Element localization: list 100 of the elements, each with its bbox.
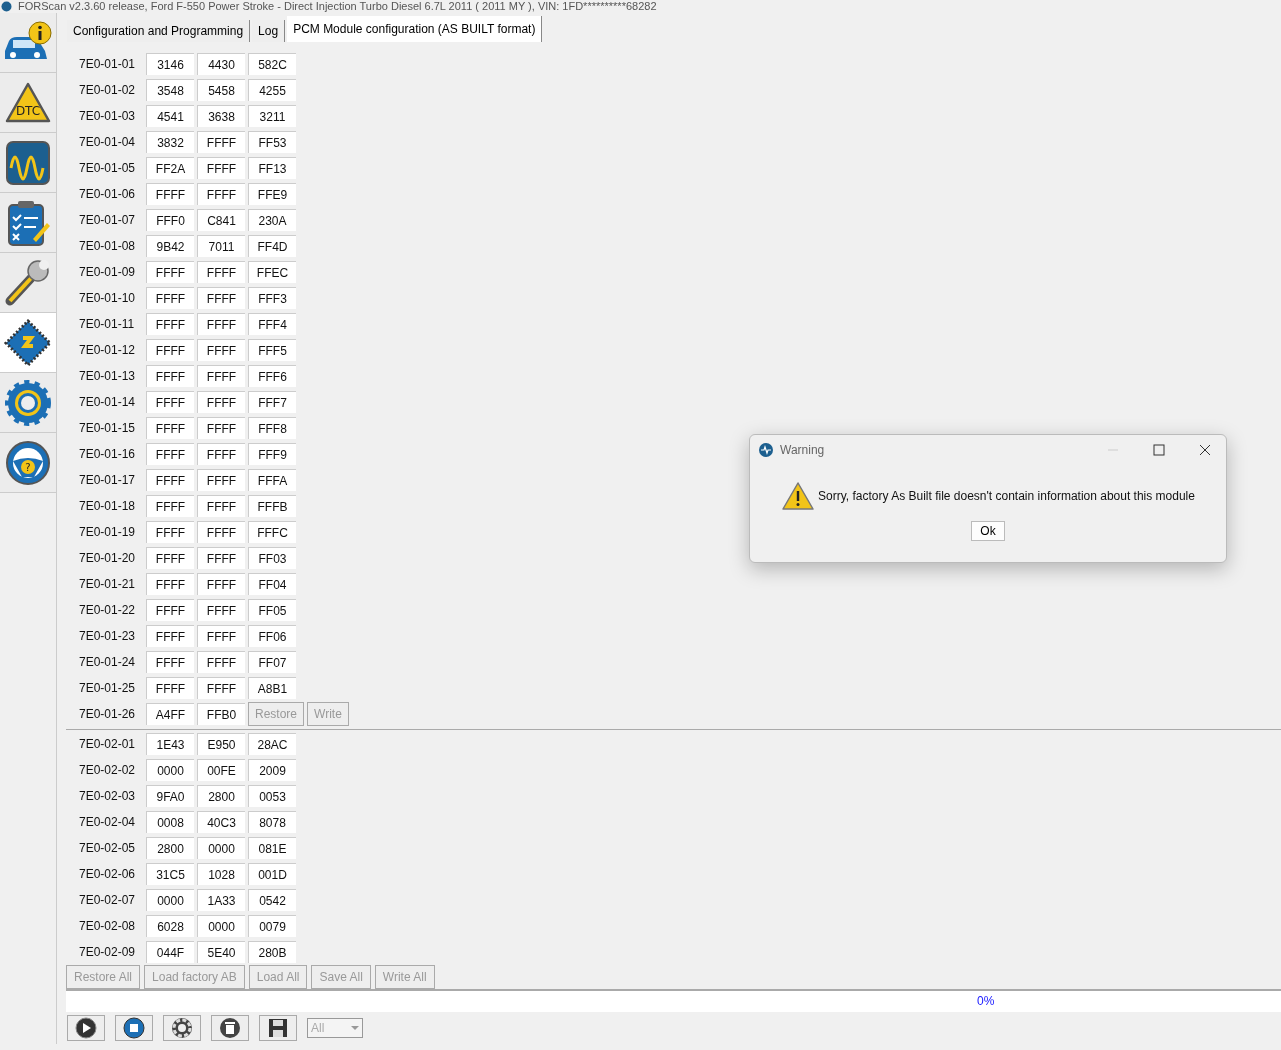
value-field[interactable]: FFFB (248, 495, 296, 517)
value-field[interactable]: 3548 (146, 79, 194, 101)
value-field[interactable]: 044F (146, 941, 194, 963)
value-field[interactable]: FFFF (197, 287, 245, 309)
value-field[interactable]: FFFF (146, 573, 194, 595)
value-field[interactable]: C841 (197, 209, 245, 231)
toolbar-button[interactable] (163, 1015, 201, 1041)
value-field[interactable]: 8078 (248, 811, 296, 833)
value-field[interactable]: 0542 (248, 889, 296, 911)
value-field[interactable]: 7011 (197, 235, 245, 257)
value-field[interactable]: 28AC (248, 733, 296, 755)
toolbar-button[interactable] (115, 1015, 153, 1041)
value-field[interactable]: FFFF (146, 443, 194, 465)
value-field[interactable]: 0000 (197, 837, 245, 859)
value-field[interactable]: 4541 (146, 105, 194, 127)
value-field[interactable]: FFFF (197, 573, 245, 595)
value-field[interactable]: FFFF (146, 677, 194, 699)
value-field[interactable]: FFFF (197, 157, 245, 179)
value-field[interactable]: FFF8 (248, 417, 296, 439)
value-field[interactable]: FFFF (197, 183, 245, 205)
value-field[interactable]: FFFF (146, 651, 194, 673)
value-field[interactable]: 2800 (146, 837, 194, 859)
value-field[interactable]: FFFF (197, 313, 245, 335)
value-field[interactable]: FFFF (146, 417, 194, 439)
value-field[interactable]: FFF3 (248, 287, 296, 309)
value-field[interactable]: FFFF (146, 183, 194, 205)
value-field[interactable]: FFFF (146, 547, 194, 569)
value-field[interactable]: 2800 (197, 785, 245, 807)
value-field[interactable]: FFFF (197, 677, 245, 699)
value-field[interactable]: FFFF (197, 443, 245, 465)
value-field[interactable]: FFFF (146, 495, 194, 517)
value-field[interactable]: FFF5 (248, 339, 296, 361)
value-field[interactable]: FFEC (248, 261, 296, 283)
value-field[interactable]: FFFC (248, 521, 296, 543)
value-field[interactable]: 0079 (248, 915, 296, 937)
sidebar-item[interactable] (0, 313, 56, 373)
toolbar-button[interactable] (211, 1015, 249, 1041)
value-field[interactable]: FFFF (146, 339, 194, 361)
value-field[interactable]: FFFF (146, 391, 194, 413)
value-field[interactable]: 1028 (197, 863, 245, 885)
value-field[interactable]: FF03 (248, 547, 296, 569)
value-field[interactable]: FF04 (248, 573, 296, 595)
value-field[interactable]: 5E40 (197, 941, 245, 963)
value-field[interactable]: 9FA0 (146, 785, 194, 807)
value-field[interactable]: FFFF (197, 261, 245, 283)
value-field[interactable]: FFFF (146, 261, 194, 283)
value-field[interactable]: 0053 (248, 785, 296, 807)
value-field[interactable]: 2009 (248, 759, 296, 781)
value-field[interactable]: 230A (248, 209, 296, 231)
value-field[interactable]: FFF9 (248, 443, 296, 465)
value-field[interactable]: 0000 (146, 759, 194, 781)
sidebar-item[interactable] (0, 133, 56, 193)
value-field[interactable]: 4255 (248, 79, 296, 101)
value-field[interactable]: A8B1 (248, 677, 296, 699)
value-field[interactable]: FFF6 (248, 365, 296, 387)
value-field[interactable]: FFFF (146, 313, 194, 335)
value-field[interactable]: 582C (248, 53, 296, 75)
value-field[interactable]: 3146 (146, 53, 194, 75)
value-field[interactable]: FFFF (197, 651, 245, 673)
value-field[interactable]: 3638 (197, 105, 245, 127)
value-field[interactable]: FF13 (248, 157, 296, 179)
value-field[interactable]: FFFF (146, 625, 194, 647)
value-field[interactable]: 0000 (197, 915, 245, 937)
value-field[interactable]: FFFF (197, 547, 245, 569)
value-field[interactable]: 0008 (146, 811, 194, 833)
sidebar-item[interactable]: DTC (0, 73, 56, 133)
value-field[interactable]: FF06 (248, 625, 296, 647)
value-field[interactable]: FFFF (197, 625, 245, 647)
value-field[interactable]: E950 (197, 733, 245, 755)
value-field[interactable]: FF2A (146, 157, 194, 179)
value-field[interactable]: 40C3 (197, 811, 245, 833)
value-field[interactable]: FFFF (146, 469, 194, 491)
value-field[interactable]: FFFF (197, 339, 245, 361)
value-field[interactable]: FFFF (197, 599, 245, 621)
value-field[interactable]: FFFF (146, 365, 194, 387)
close-icon[interactable] (1198, 443, 1212, 457)
sidebar-item[interactable] (0, 193, 56, 253)
value-field[interactable]: FFF4 (248, 313, 296, 335)
value-field[interactable]: FFF0 (146, 209, 194, 231)
tab[interactable]: PCM Module configuration (AS BUILT format) (287, 16, 543, 42)
value-field[interactable]: FFFF (197, 417, 245, 439)
value-field[interactable]: FFFF (197, 469, 245, 491)
value-field[interactable]: FF05 (248, 599, 296, 621)
value-field[interactable]: 9B42 (146, 235, 194, 257)
value-field[interactable]: FFFF (197, 391, 245, 413)
ok-button[interactable]: Ok (971, 521, 1005, 541)
value-field[interactable]: 4430 (197, 53, 245, 75)
value-field[interactable]: FF53 (248, 131, 296, 153)
value-field[interactable]: FFFF (197, 495, 245, 517)
value-field[interactable]: 3832 (146, 131, 194, 153)
value-field[interactable]: 081E (248, 837, 296, 859)
toolbar-button[interactable] (259, 1015, 297, 1041)
value-field[interactable]: FFFF (197, 521, 245, 543)
value-field[interactable]: 00FE (197, 759, 245, 781)
value-field[interactable]: FFFF (146, 521, 194, 543)
value-field[interactable]: FFB0 (197, 703, 245, 725)
value-field[interactable]: FFE9 (248, 183, 296, 205)
value-field[interactable]: 001D (248, 863, 296, 885)
value-field[interactable]: FF07 (248, 651, 296, 673)
value-field[interactable]: FFFF (146, 599, 194, 621)
